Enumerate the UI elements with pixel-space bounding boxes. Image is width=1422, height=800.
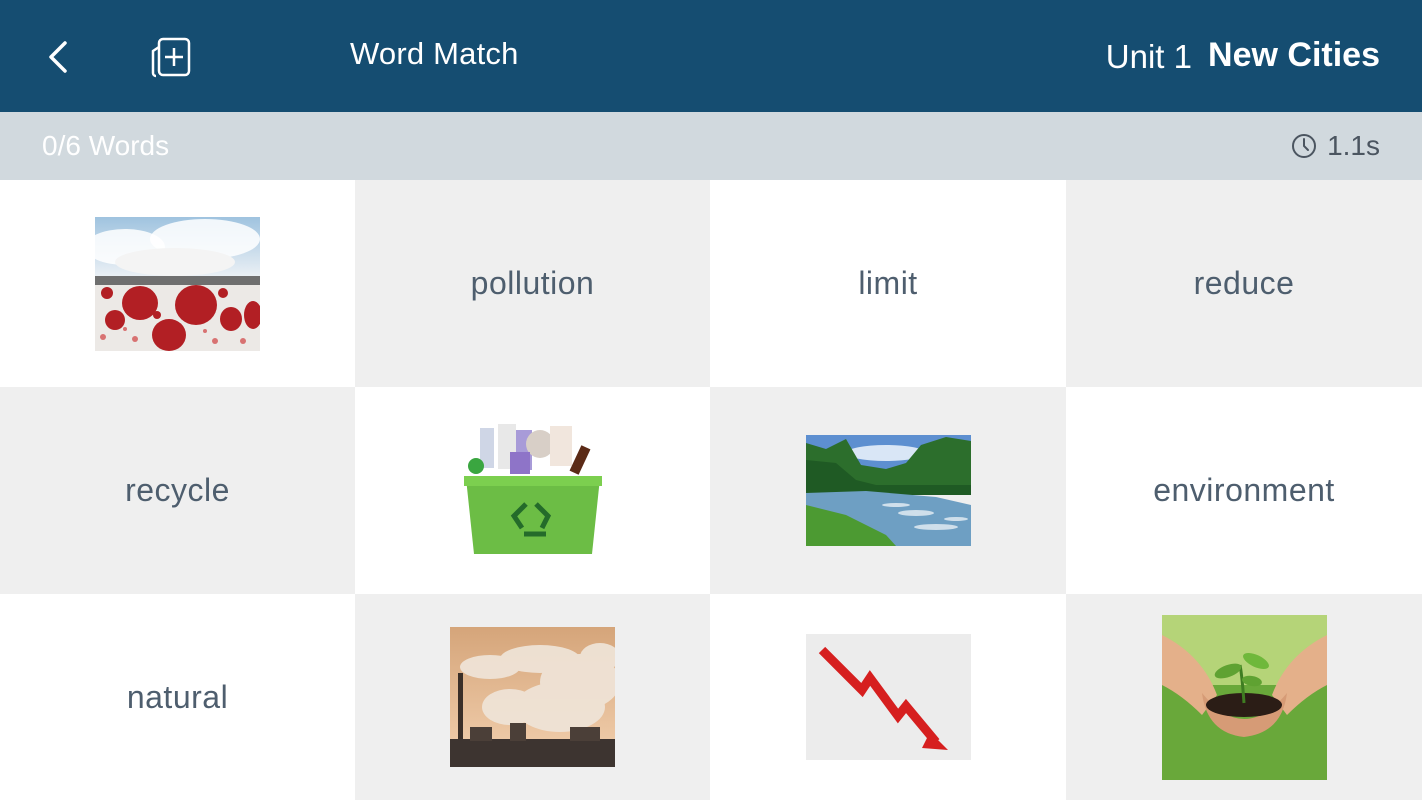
status-bar: 0/6 Words 1.1s [0, 112, 1422, 180]
word-label: natural [126, 678, 229, 715]
top-app-bar: Word Match Unit 1 New Cities [0, 0, 1422, 112]
image-card-recycling-bin[interactable] [355, 387, 710, 594]
chevron-left-icon [49, 41, 67, 73]
image-card-down-arrow[interactable] [710, 594, 1066, 800]
image-card-balloons[interactable] [0, 180, 355, 387]
word-label: reduce [1193, 265, 1295, 301]
image-card-seedling[interactable] [1066, 594, 1422, 800]
image-card-factory[interactable] [355, 594, 710, 800]
word-card-pollution[interactable]: pollution [355, 180, 710, 387]
recycling-bin-image [464, 423, 602, 554]
word-card-environment[interactable]: environment [1066, 387, 1422, 594]
word-label: limit [858, 265, 918, 301]
timer-value: 1.1s [1327, 130, 1380, 161]
word-card-recycle[interactable]: recycle [0, 387, 355, 594]
match-grid: pollution limit reduce recycle environme… [0, 180, 1422, 800]
page-title: Word Match [350, 36, 519, 71]
red-arrow-down-image [805, 634, 971, 760]
unit-label: Unit 1 [1105, 38, 1192, 75]
river-forest-image [805, 435, 971, 546]
word-card-limit[interactable]: limit [710, 180, 1066, 387]
lesson-title: New Cities [1208, 36, 1380, 74]
smoking-factory-image [450, 627, 615, 767]
add-card-icon [151, 37, 191, 78]
hot-air-balloons-image [95, 216, 260, 351]
word-label: environment [1153, 472, 1335, 508]
image-card-river[interactable] [710, 387, 1066, 594]
back-button[interactable] [38, 36, 78, 78]
word-label: recycle [125, 472, 230, 508]
word-card-natural[interactable]: natural [0, 594, 355, 800]
clock-icon [1292, 134, 1317, 158]
progress-count: 0/6 Words [42, 130, 170, 161]
add-card-button[interactable] [148, 32, 196, 80]
word-card-reduce[interactable]: reduce [1066, 180, 1422, 387]
timer: 1.1s [1291, 130, 1380, 162]
seedling-in-hands-image [1161, 614, 1327, 780]
word-label: pollution [470, 265, 595, 301]
